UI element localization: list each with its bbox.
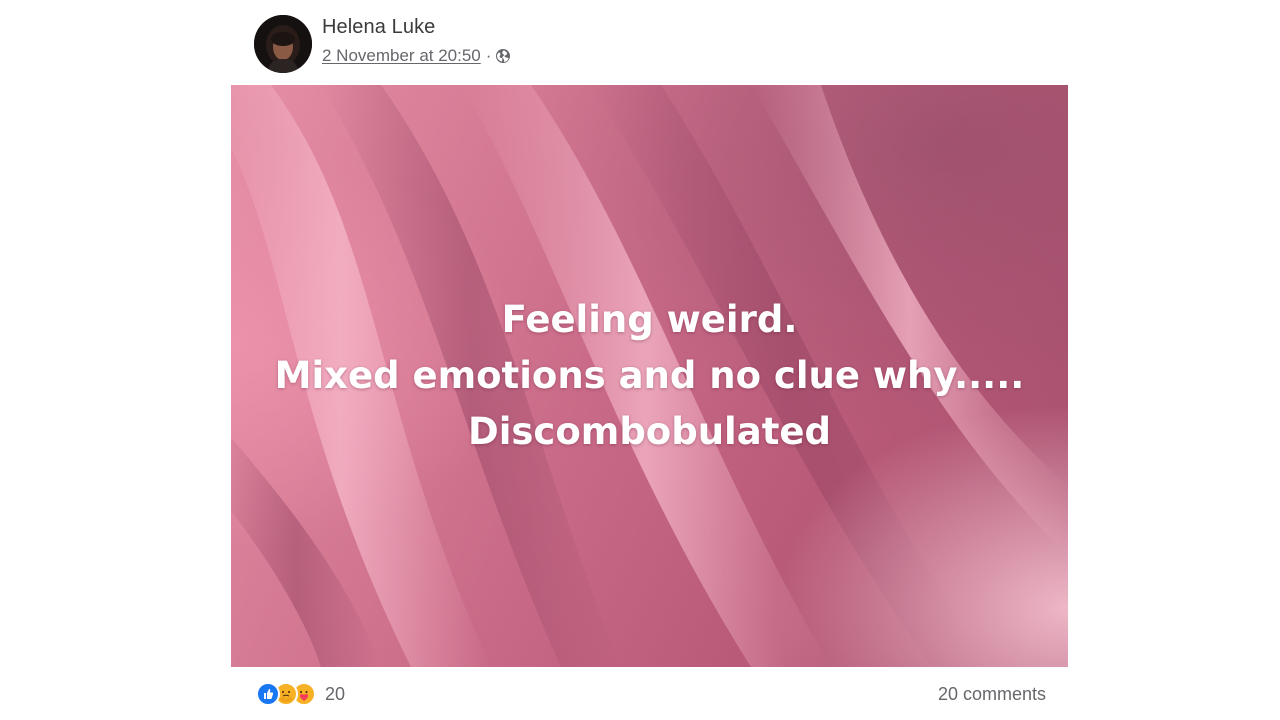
post-timestamp[interactable]: 2 November at 20:50: [322, 46, 481, 66]
post-meta: 2 November at 20:50 ·: [322, 46, 511, 66]
author-name[interactable]: Helena Luke: [322, 16, 435, 39]
post-footer: 20 20 comments: [231, 667, 1068, 720]
post-header: Helena Luke 2 November at 20:50 ·: [231, 0, 1068, 85]
post-background-image[interactable]: Feeling weird. Mixed emotions and no clu…: [231, 85, 1068, 667]
post-text-line-1: Feeling weird.: [501, 298, 798, 341]
avatar-photo: [254, 15, 312, 73]
post-image-text: Feeling weird. Mixed emotions and no clu…: [231, 85, 1068, 667]
post-text-line-3: Discombobulated: [468, 410, 831, 453]
reactions-summary[interactable]: 20: [256, 682, 345, 706]
comments-count-link[interactable]: 20 comments: [938, 684, 1046, 705]
reaction-count: 20: [325, 683, 346, 704]
globe-icon[interactable]: [495, 48, 511, 64]
post-card: Helena Luke 2 November at 20:50 · Feelin…: [231, 0, 1068, 720]
author-avatar[interactable]: [254, 15, 312, 73]
meta-separator: ·: [485, 46, 492, 65]
like-icon: [256, 682, 280, 706]
post-text-line-2: Mixed emotions and no clue why.....: [274, 354, 1025, 397]
